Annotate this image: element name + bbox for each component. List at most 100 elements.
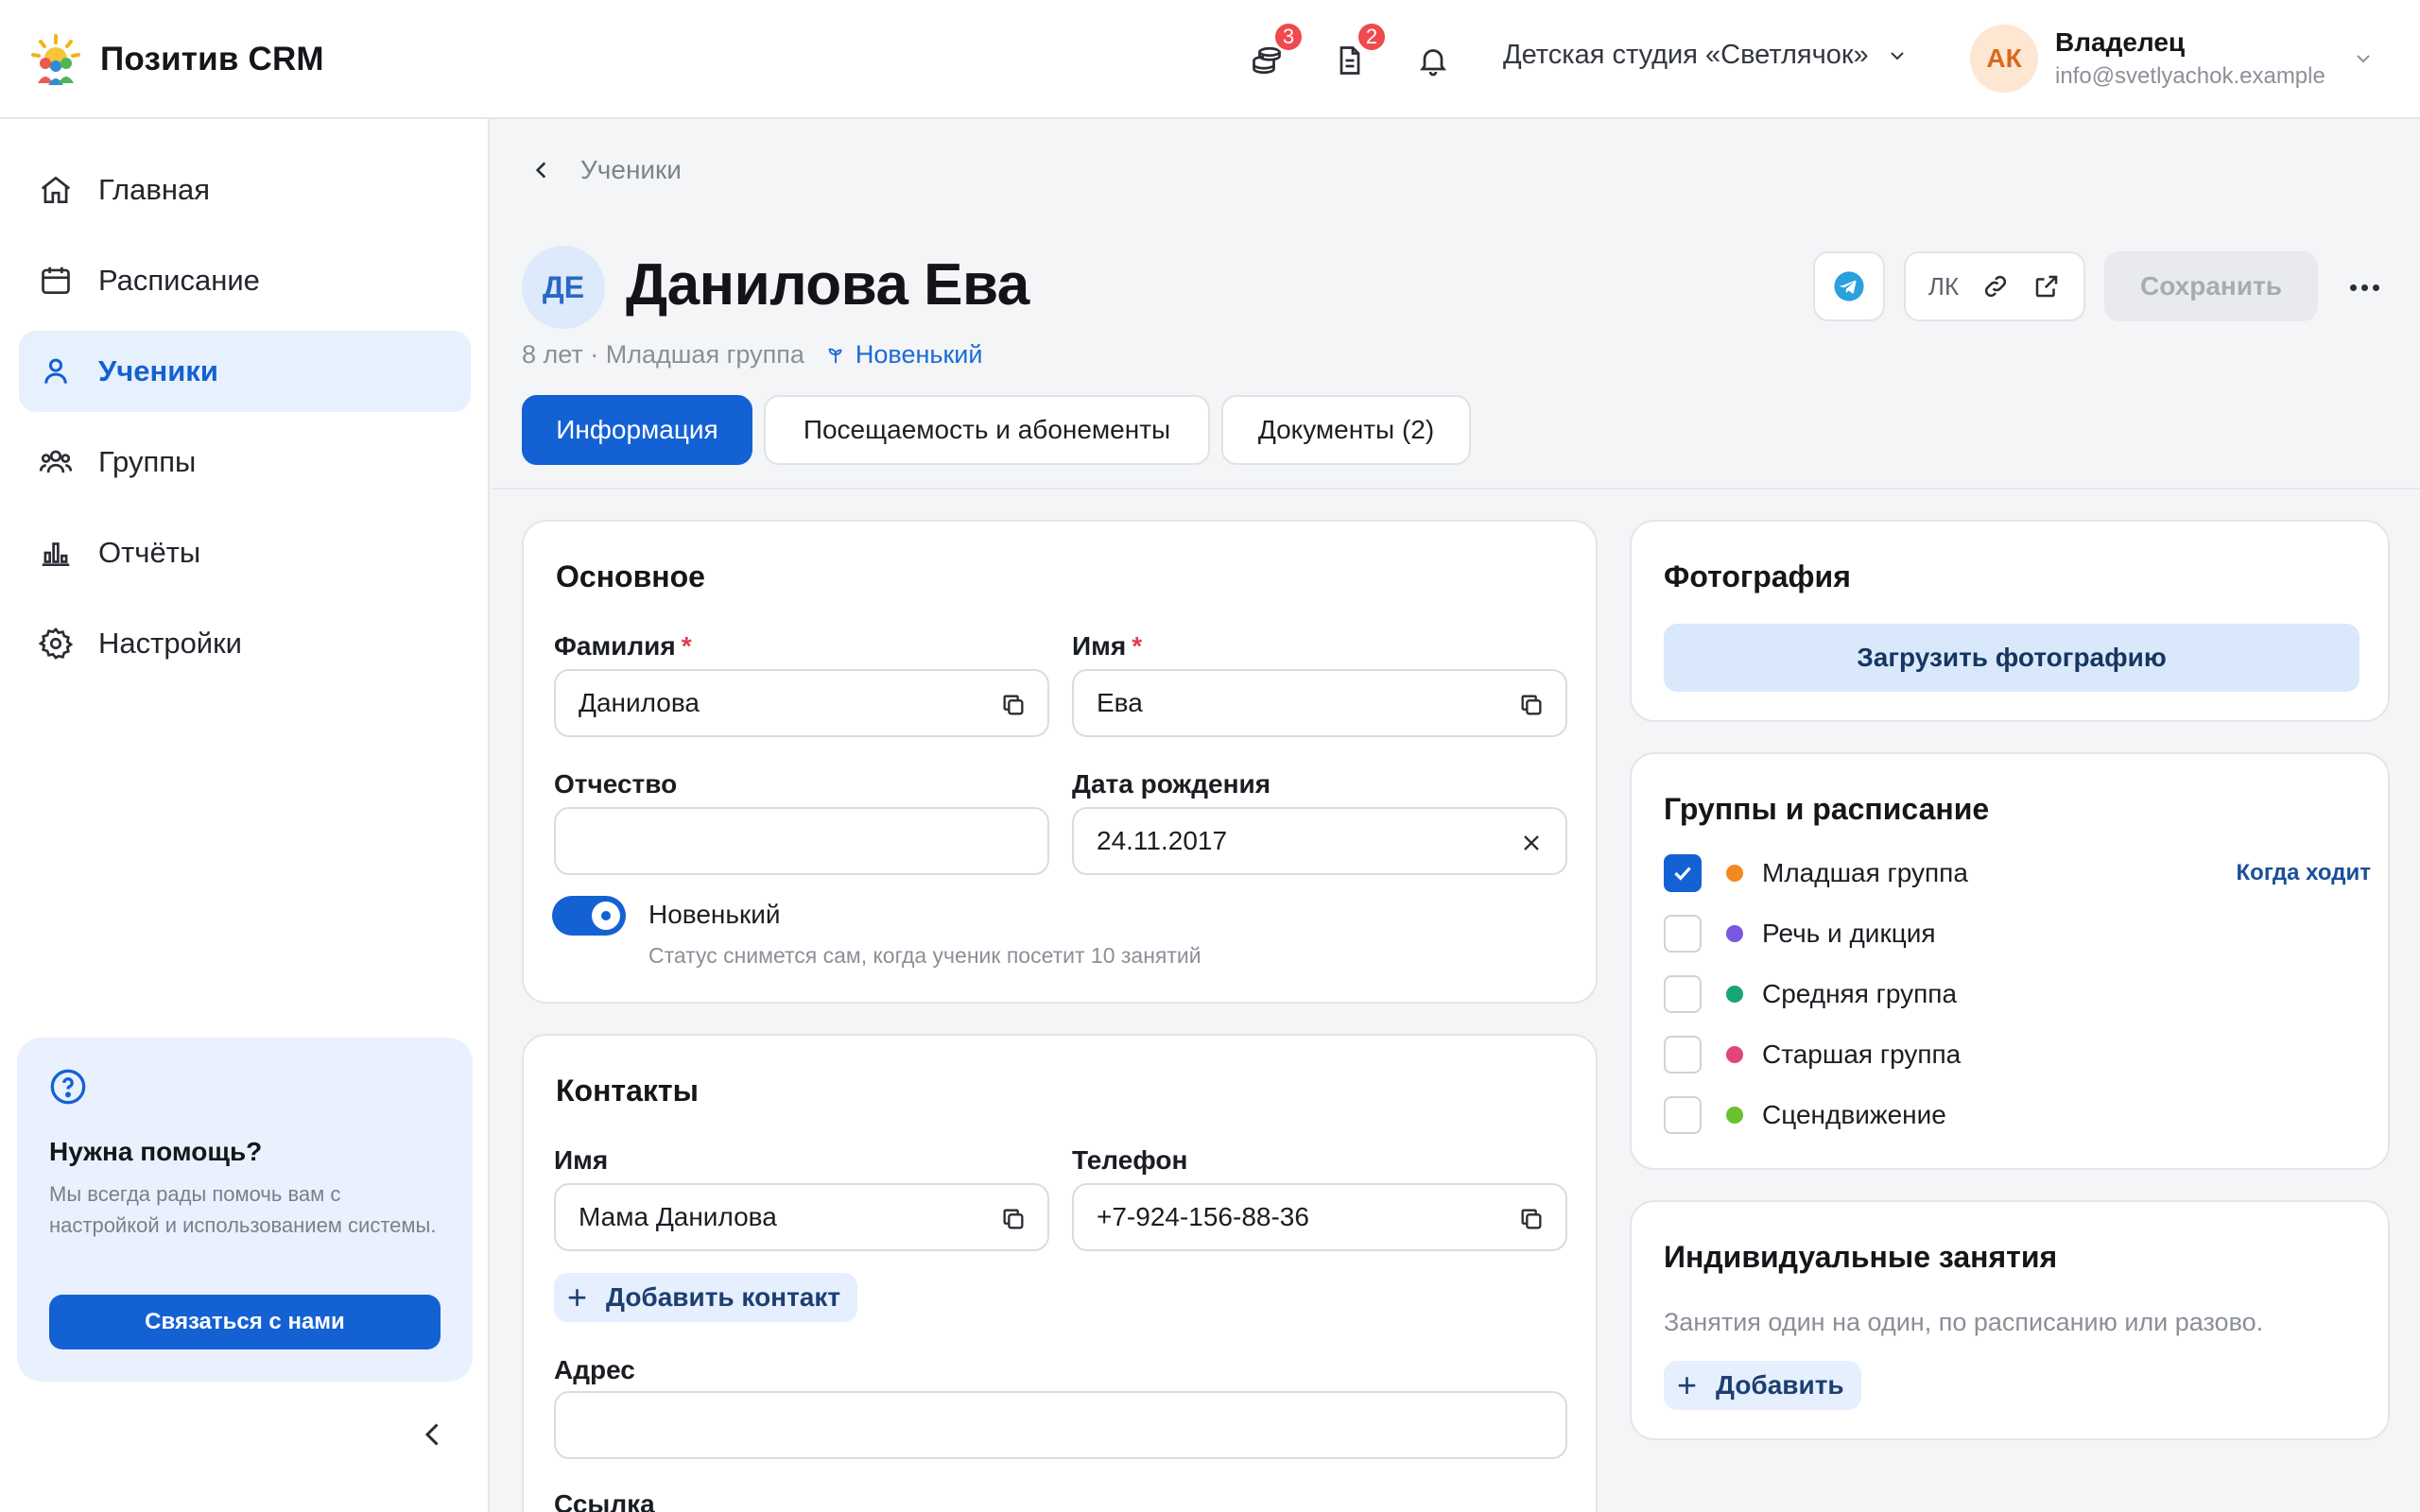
home-icon: [41, 176, 71, 204]
add-contact-label: Добавить контакт: [606, 1282, 841, 1312]
surname-value: Данилова: [579, 688, 700, 717]
status-badge-label: Новенький: [855, 340, 983, 369]
avatar: АК: [1970, 25, 2038, 93]
sidebar-item-label: Группы: [98, 445, 197, 478]
sidebar: Главная Расписание Ученики Группы Отчёты…: [0, 119, 490, 1512]
group-name: Старшая группа: [1762, 1040, 1962, 1069]
surname-field[interactable]: Данилова: [554, 669, 1049, 737]
sidebar-item-groups[interactable]: Группы: [19, 421, 471, 503]
contact-us-button[interactable]: Связаться с нами: [49, 1295, 441, 1349]
tab-info[interactable]: Информация: [522, 395, 752, 465]
group-name: Средняя группа: [1762, 979, 1958, 1008]
gear-icon: [38, 627, 74, 660]
chevron-left-icon: [535, 162, 546, 179]
collapse-sidebar-icon[interactable]: [416, 1418, 450, 1452]
sidebar-item-label: Расписание: [98, 264, 260, 297]
more-menu-button[interactable]: [2342, 270, 2386, 304]
sidebar-item-settings[interactable]: Настройки: [19, 603, 471, 684]
copy-icon[interactable]: [1000, 692, 1027, 718]
org-switcher[interactable]: Детская студия «Светлячок»: [1503, 40, 1909, 71]
phone-value: +7-924-156-88-36: [1097, 1202, 1309, 1231]
group-row[interactable]: Речь и дикция: [1664, 915, 1936, 953]
dot-icon: [2372, 284, 2379, 291]
group-checkbox[interactable]: [1664, 1096, 1702, 1134]
sidebar-item-home[interactable]: Главная: [19, 149, 471, 231]
group-row[interactable]: Младшая группа: [1664, 854, 1968, 892]
app-title: Позитив CRM: [100, 41, 324, 77]
help-title: Нужна помощь?: [49, 1137, 263, 1166]
notifications-button[interactable]: [1412, 40, 1454, 81]
add-individual-label: Добавить: [1716, 1370, 1844, 1400]
tab-documents[interactable]: Документы (2): [1221, 395, 1471, 465]
groups-card: Группы и расписание Когда ходит Младшая …: [1630, 752, 2390, 1170]
individual-lessons-card: Индивидуальные занятия Занятия один на о…: [1630, 1200, 2390, 1440]
upload-photo-button[interactable]: Загрузить фотографию: [1664, 624, 2360, 692]
group-checkbox[interactable]: [1664, 975, 1702, 1013]
individual-text: Занятия один на один, по расписанию или …: [1664, 1308, 2264, 1336]
help-card: Нужна помощь? Мы всегда рады помочь вам …: [17, 1038, 473, 1382]
sidebar-item-label: Ученики: [98, 354, 218, 387]
clear-icon[interactable]: [1518, 830, 1545, 856]
address-field[interactable]: [554, 1391, 1567, 1459]
phone-field[interactable]: +7-924-156-88-36: [1072, 1183, 1567, 1251]
newbie-label: Новенький: [648, 900, 781, 929]
telegram-button[interactable]: [1813, 251, 1885, 321]
save-button[interactable]: Сохранить: [2104, 251, 2318, 321]
group-checkbox[interactable]: [1664, 915, 1702, 953]
add-contact-button[interactable]: + Добавить контакт: [554, 1273, 858, 1322]
breadcrumb[interactable]: Ученики: [529, 155, 682, 185]
copy-icon[interactable]: [1000, 1206, 1027, 1232]
tab-attendance[interactable]: Посещаемость и абонементы: [764, 395, 1210, 465]
telegram-icon: [1834, 271, 1864, 301]
user-menu[interactable]: АК Владелец info@svetlyachok.example: [1970, 25, 2325, 93]
documents-button[interactable]: 2: [1329, 21, 1388, 81]
group-color-dot: [1726, 986, 1743, 1003]
group-color-dot: [1726, 1107, 1743, 1124]
name-field[interactable]: Ева: [1072, 669, 1567, 737]
external-link-icon[interactable]: [2032, 272, 2061, 301]
add-individual-button[interactable]: + Добавить: [1664, 1361, 1861, 1410]
sidebar-item-label: Главная: [98, 173, 210, 206]
when-attends-link[interactable]: Когда ходит: [2237, 860, 2371, 886]
link-icon[interactable]: [1981, 272, 2010, 301]
group-color-dot: [1726, 925, 1743, 942]
contact-name-field[interactable]: Мама Данилова: [554, 1183, 1049, 1251]
sidebar-item-students[interactable]: Ученики: [19, 331, 471, 412]
group-checkbox[interactable]: [1664, 854, 1702, 892]
chart-icon: [42, 542, 70, 567]
birthdate-field[interactable]: 24.11.2017: [1072, 807, 1567, 875]
contact-name-label: Имя: [554, 1145, 609, 1175]
group-color-dot: [1726, 1046, 1743, 1063]
breadcrumb-label: Ученики: [580, 155, 682, 184]
group-color-dot: [1726, 865, 1743, 882]
patronymic-field[interactable]: [554, 807, 1049, 875]
birthdate-value: 24.11.2017: [1097, 826, 1228, 855]
lk-link-group: ЛК: [1904, 251, 2085, 321]
logo-icon: [31, 34, 80, 85]
org-name: Детская студия «Светлячок»: [1503, 40, 1869, 70]
name-label: Имя *: [1072, 631, 1143, 661]
group-row[interactable]: Средняя группа: [1664, 975, 1957, 1013]
surname-label: Фамилия *: [554, 631, 692, 661]
app-logo[interactable]: Позитив CRM: [28, 32, 324, 87]
documents-badge: 2: [1356, 21, 1388, 53]
top-header: Позитив CRM 3 2 Детская студия «Светлячо…: [0, 0, 2420, 119]
group-row[interactable]: Старшая группа: [1664, 1036, 1961, 1074]
payments-button[interactable]: 3: [1246, 21, 1305, 81]
chevron-down-icon[interactable]: [2352, 47, 2375, 70]
chevron-down-icon: [1890, 51, 1904, 60]
dot-icon: [2349, 284, 2357, 291]
group-checkbox[interactable]: [1664, 1036, 1702, 1074]
copy-icon[interactable]: [1518, 1206, 1545, 1232]
copy-icon[interactable]: [1518, 692, 1545, 718]
group-row[interactable]: Сцендвижение: [1664, 1096, 1946, 1134]
address-label: Адрес: [554, 1355, 635, 1384]
divider: [492, 488, 2420, 490]
card-title: Контакты: [556, 1074, 699, 1108]
student-avatar: ДЕ: [522, 246, 605, 329]
sidebar-item-reports[interactable]: Отчёты: [19, 512, 471, 593]
card-title: Индивидуальные занятия: [1664, 1240, 2058, 1274]
newbie-toggle[interactable]: [552, 896, 626, 936]
check-icon: [1674, 867, 1691, 881]
sidebar-item-schedule[interactable]: Расписание: [19, 240, 471, 321]
